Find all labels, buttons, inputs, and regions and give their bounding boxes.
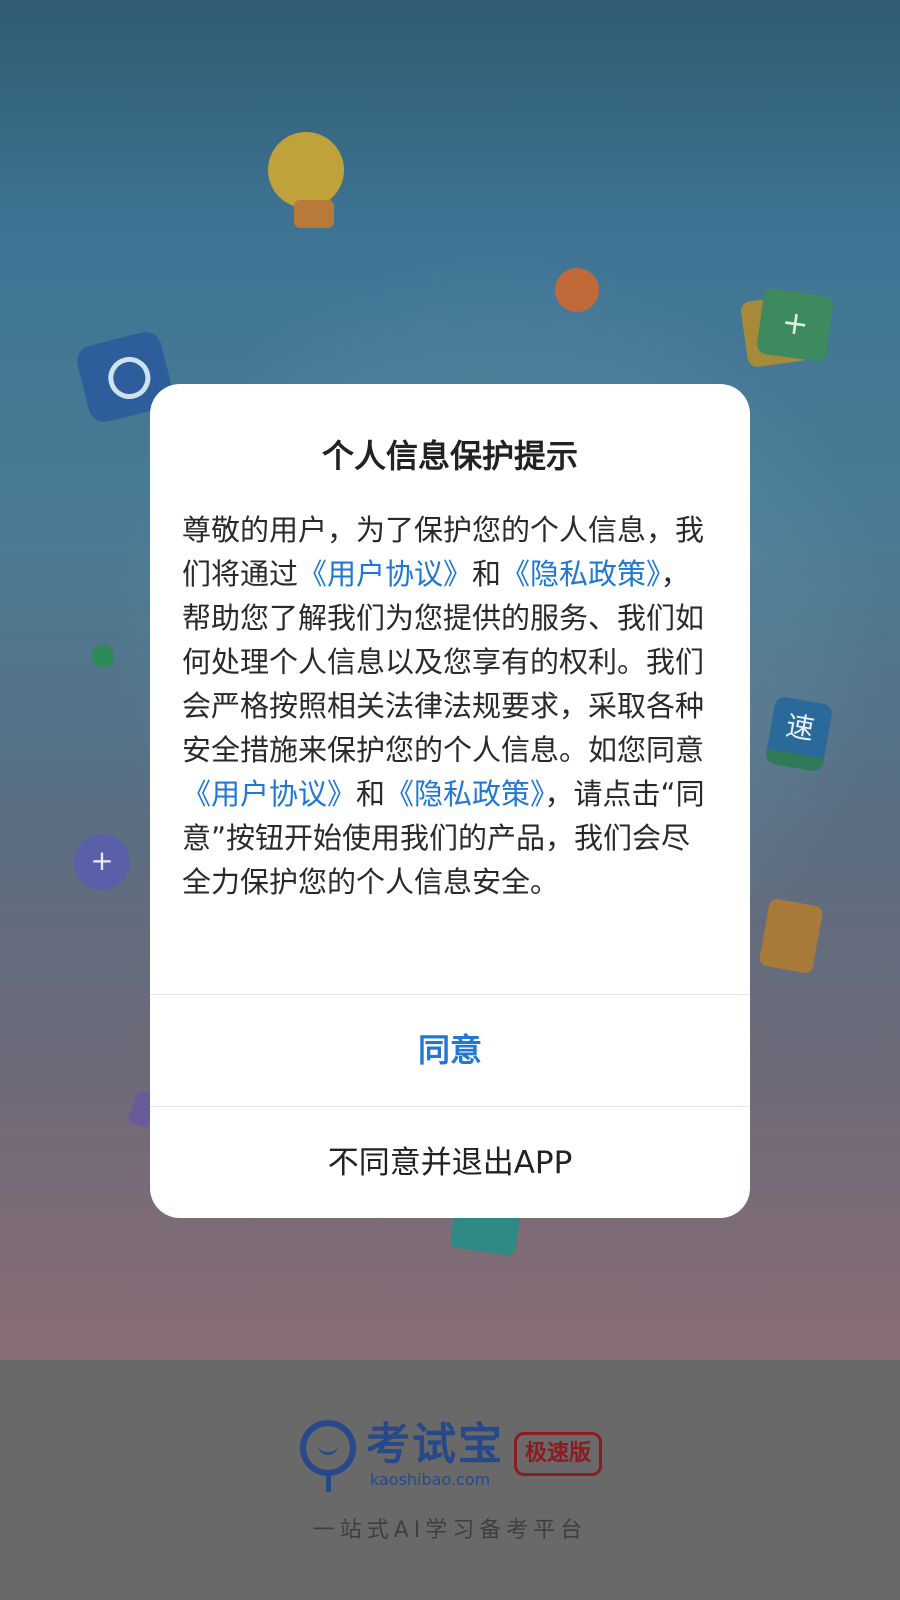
green-dot-decoration [92, 645, 114, 667]
privacy-policy-link[interactable]: 《隐私政策》 [501, 557, 661, 591]
user-agreement-link[interactable]: 《用户协议》 [298, 557, 472, 591]
ai-plus-icon: + [74, 834, 130, 890]
brand-slogan: 一站式AI学习备考平台 [312, 1518, 588, 1543]
brand-domain: kaoshibao.com [369, 1470, 491, 1489]
brand-name: 考试宝 [365, 1419, 504, 1470]
dialog-body: 尊敬的用户，为了保护您的个人信息，我们将通过《用户协议》和《隐私政策》，帮助您了… [182, 508, 718, 904]
lightbulb-base-icon [294, 200, 334, 228]
flower-logo-icon [298, 1420, 358, 1492]
body-text: 和 [356, 777, 386, 811]
ai-scroll-icon [758, 897, 824, 975]
agree-button[interactable]: 同意 [150, 996, 750, 1104]
edition-badge: 极速版 [513, 1432, 602, 1476]
user-agreement-link[interactable]: 《用户协议》 [182, 777, 356, 811]
speed-card-icon: 速 [764, 695, 834, 773]
brand-logo: 考试宝 kaoshibao.com 极速版 [0, 1420, 900, 1510]
lightbulb-icon [268, 132, 344, 208]
splash-footer: 考试宝 kaoshibao.com 极速版 一站式AI学习备考平台 [0, 1360, 900, 1600]
body-text: 和 [472, 557, 502, 591]
disagree-exit-button[interactable]: 不同意并退出APP [150, 1108, 750, 1218]
orange-dot-decoration [555, 268, 599, 312]
divider [150, 994, 750, 995]
privacy-dialog: 个人信息保护提示 尊敬的用户，为了保护您的个人信息，我们将通过《用户协议》和《隐… [150, 384, 750, 1218]
plus-card-icon: + [755, 287, 835, 363]
divider [150, 1106, 750, 1107]
dialog-title: 个人信息保护提示 [321, 437, 578, 475]
privacy-policy-link[interactable]: 《隐私政策》 [385, 777, 545, 811]
